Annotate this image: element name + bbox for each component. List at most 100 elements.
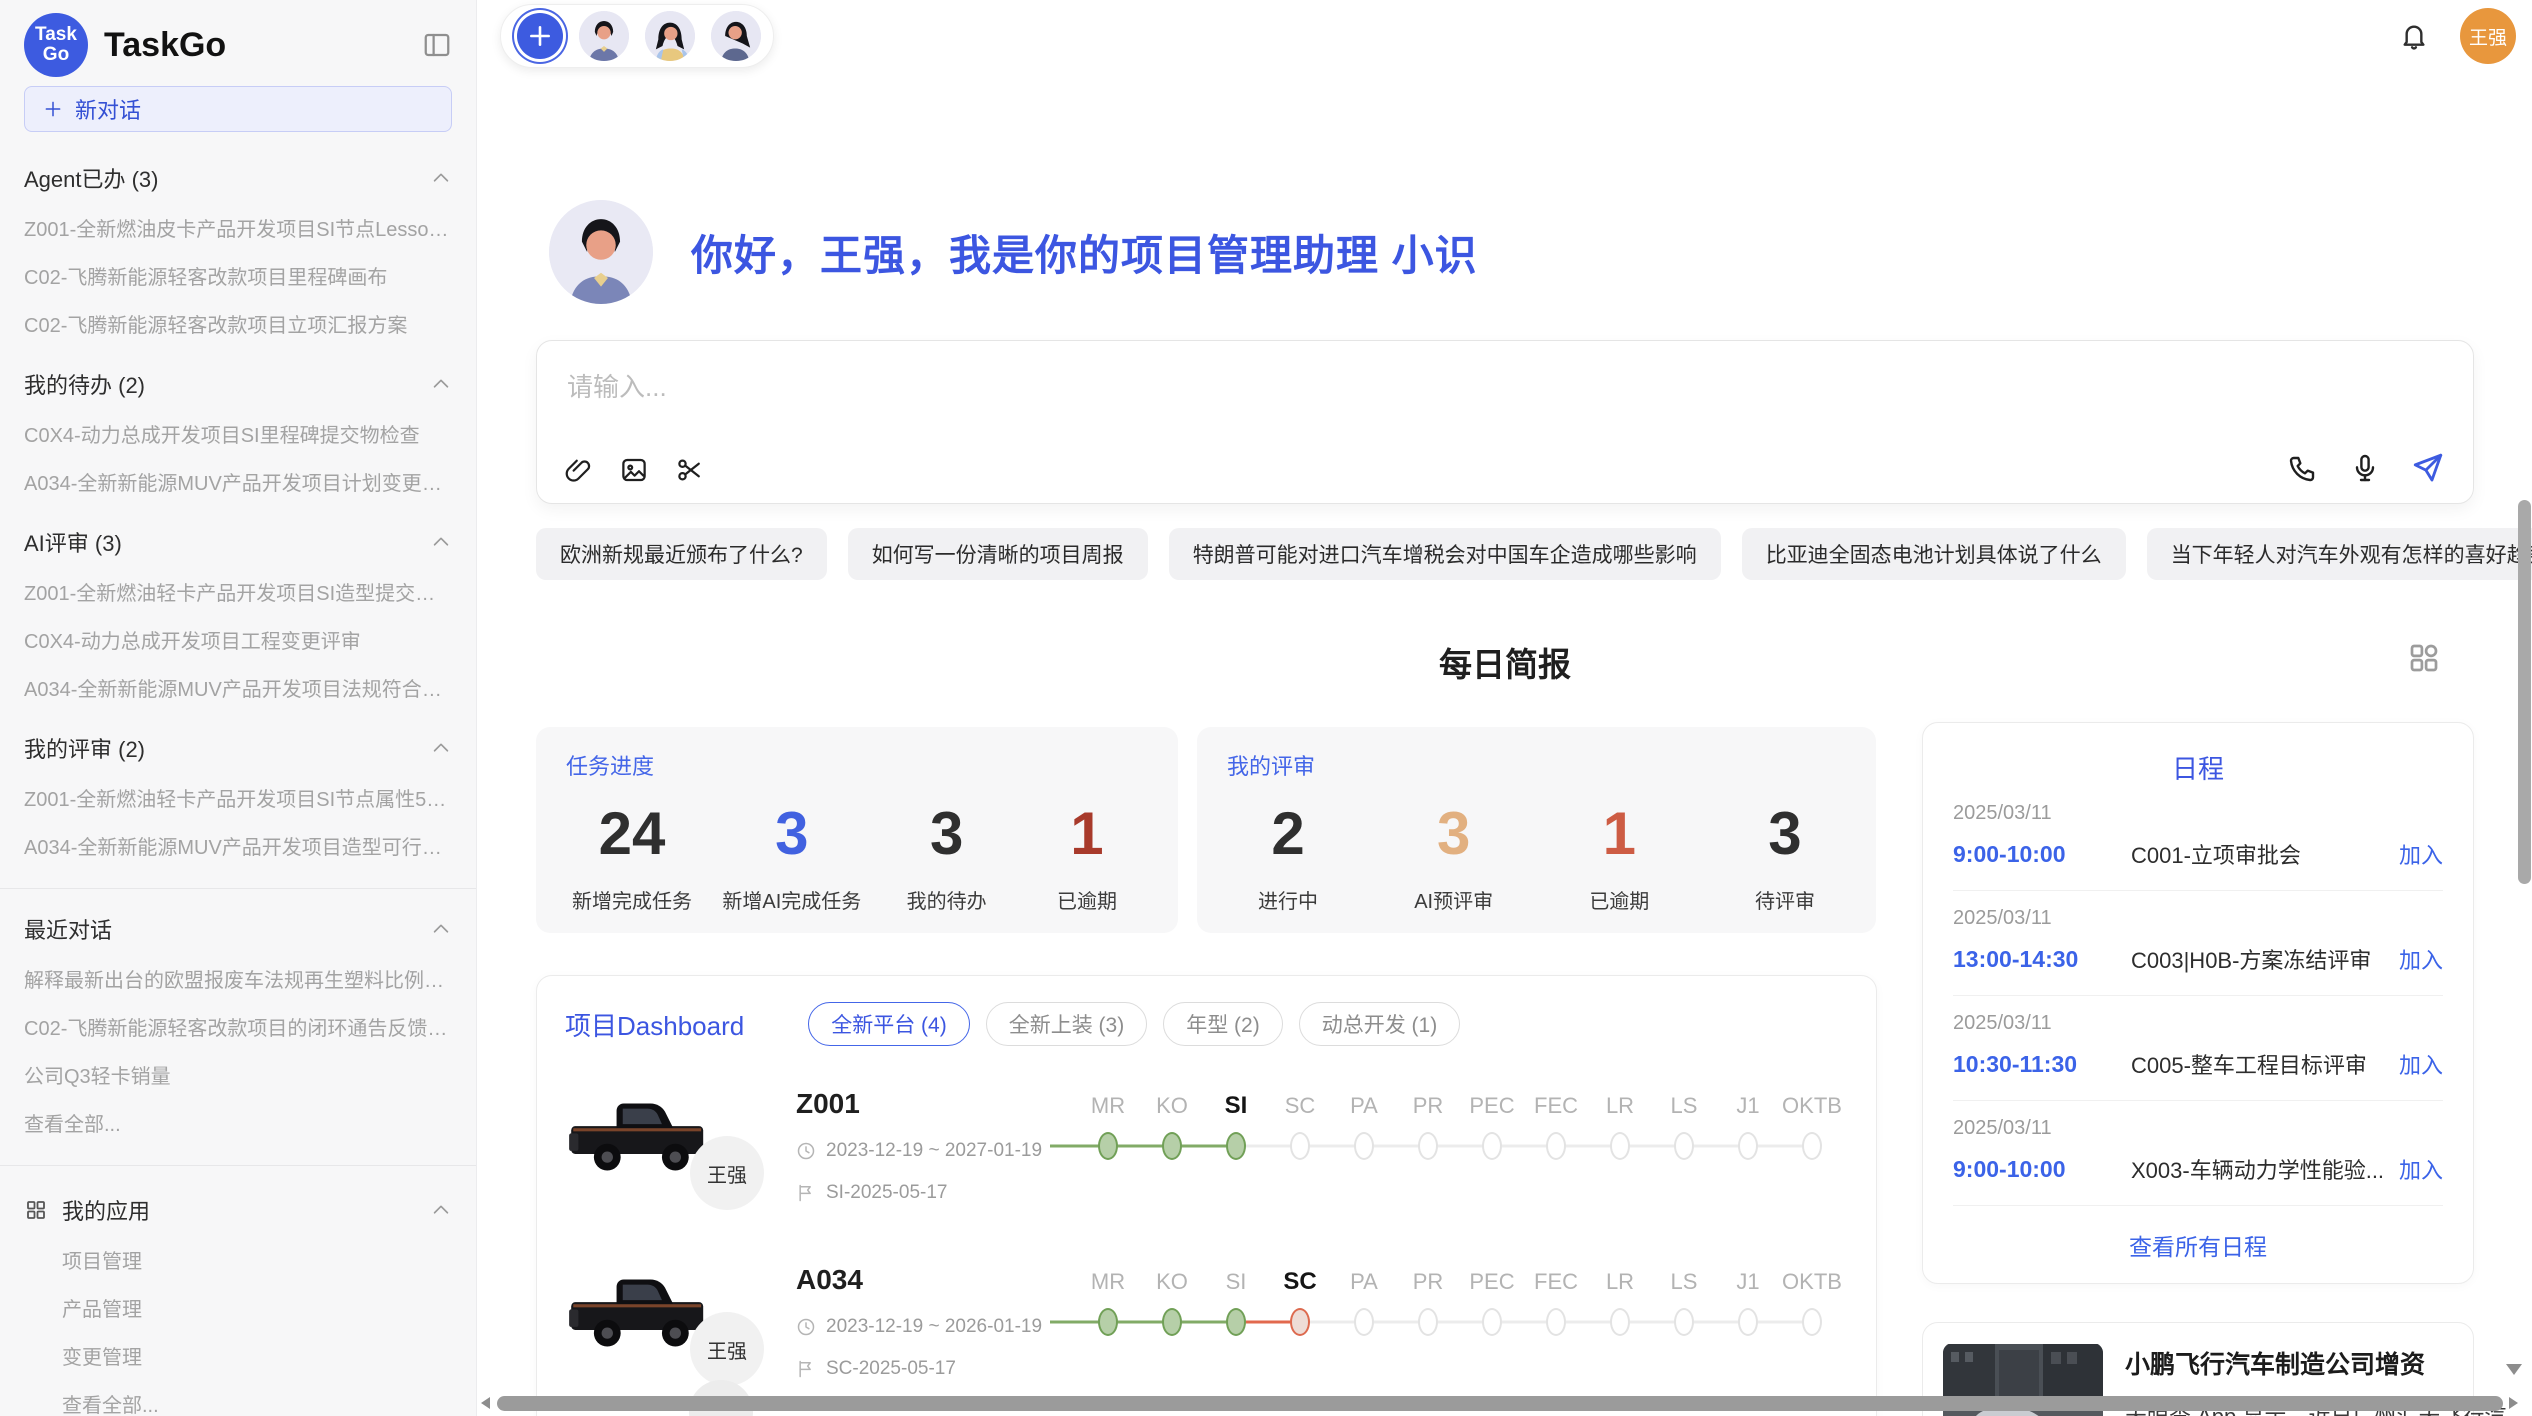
project-code: A034 <box>796 1264 1040 1296</box>
conversation-item[interactable]: C0X4-动力总成开发项目工程变更评审 <box>24 625 452 654</box>
hero: 你好，王强，我是你的项目管理助理 小识 <box>549 200 1478 304</box>
scissors-icon[interactable] <box>675 455 705 485</box>
milestone-label: FEC <box>1534 1262 1578 1302</box>
stat-value: 3 <box>722 801 861 867</box>
sidebar-collapse-icon[interactable] <box>422 30 452 60</box>
filter-new-body[interactable]: 全新上装 (3) <box>986 1002 1148 1046</box>
section-title: 最近对话 <box>24 913 112 945</box>
section-my-review[interactable]: 我的评审 (2) <box>24 732 452 764</box>
project-row[interactable]: 王强 A034 2023-12-19 ~ 2026-01-19 SC-2025-… <box>565 1262 1848 1380</box>
suggestion-chip[interactable]: 比亚迪全固态电池计划具体说了什么 <box>1742 528 2126 580</box>
event-date: 2025/03/11 <box>1953 1117 2443 1140</box>
send-icon[interactable] <box>2411 451 2445 485</box>
user-avatar[interactable]: 王强 <box>2460 8 2516 64</box>
join-meeting-link[interactable]: 加入 <box>2399 943 2443 975</box>
join-meeting-link[interactable]: 加入 <box>2399 1153 2443 1185</box>
hscroll-right-arrow[interactable] <box>2509 1397 2518 1409</box>
schedule-title: 日程 <box>1953 749 2443 786</box>
schedule-event[interactable]: 2025/03/11 9:00-10:00 C001-立项审批会 加入 <box>1953 786 2443 891</box>
notifications-bell-icon[interactable] <box>2398 20 2430 52</box>
stat-overdue: 1 已逾期 <box>1032 801 1142 914</box>
chevron-up-icon <box>430 531 452 553</box>
chevron-up-icon <box>430 373 452 395</box>
suggestion-chip[interactable]: 如何写一份清晰的项目周报 <box>848 528 1148 580</box>
conversation-item[interactable]: A034-全新新能源MUV产品开发项目造型可行性评审 <box>24 831 452 860</box>
conversation-item[interactable]: C0X4-动力总成开发项目SI里程碑提交物检查 <box>24 419 452 448</box>
recent-chat-item[interactable]: 解释最新出台的欧盟报废车法规再生塑料比例被调至15%... <box>24 964 452 993</box>
app-item-change-mgmt[interactable]: 变更管理 <box>62 1341 452 1370</box>
logo-line-1: Task <box>35 25 77 45</box>
add-agent-button[interactable] <box>517 13 563 59</box>
agent-avatar[interactable] <box>579 11 629 61</box>
suggestion-chip[interactable]: 当下年轻人对汽车外观有怎样的喜好趋势 <box>2147 528 2532 580</box>
image-icon[interactable] <box>619 455 649 485</box>
conversation-item[interactable]: C02-飞腾新能源轻客改款项目立项汇报方案 <box>24 309 452 338</box>
filter-new-platform[interactable]: 全新平台 (4) <box>808 1002 970 1046</box>
milestone-node <box>1418 1308 1438 1336</box>
section-agent-done[interactable]: Agent已办 (3) <box>24 162 452 194</box>
project-dashboard-card: 项目Dashboard 全新平台 (4) 全新上装 (3) 年型 (2) 动总开… <box>536 975 1877 1416</box>
agent-avatar[interactable] <box>711 11 761 61</box>
join-meeting-link[interactable]: 加入 <box>2399 838 2443 870</box>
conversation-item[interactable]: A034-全新新能源MUV产品开发项目法规符合性评审 <box>24 673 452 702</box>
filter-powertrain[interactable]: 动总开发 (1) <box>1299 1002 1461 1046</box>
stat-review-overdue: 1 已逾期 <box>1564 801 1674 914</box>
app-item-project-mgmt[interactable]: 项目管理 <box>62 1245 452 1274</box>
attach-icon[interactable] <box>563 455 593 485</box>
vertical-scrollbar[interactable] <box>2518 500 2531 884</box>
app-item-product-mgmt[interactable]: 产品管理 <box>62 1293 452 1322</box>
section-recent-chats[interactable]: 最近对话 <box>24 913 452 945</box>
event-name: C005-整车工程目标评审 <box>2131 1048 2385 1080</box>
dashboard-title: 项目Dashboard <box>565 1006 744 1043</box>
view-all-schedule-link[interactable]: 查看所有日程 <box>1953 1228 2443 1262</box>
schedule-event[interactable]: 2025/03/11 10:30-11:30 C005-整车工程目标评审 加入 <box>1953 996 2443 1101</box>
event-name: C003|H0B-方案冻结评审 <box>2131 943 2385 975</box>
milestone-node <box>1482 1308 1502 1336</box>
schedule-event[interactable]: 2025/03/11 13:00-14:30 C003|H0B-方案冻结评审 加… <box>1953 891 2443 996</box>
suggestion-chip[interactable]: 特朗普可能对进口汽车增税会对中国车企造成哪些影响 <box>1169 528 1721 580</box>
milestone-label: MR <box>1091 1262 1125 1302</box>
project-row[interactable]: 王强 Z001 2023-12-19 ~ 2027-01-19 SI-2025-… <box>565 1086 1848 1204</box>
hscroll-left-arrow[interactable] <box>481 1397 490 1409</box>
project-flag: SI-2025-05-17 <box>796 1182 1040 1204</box>
stat-label: 新增完成任务 <box>572 885 692 914</box>
milestone-node <box>1354 1308 1374 1336</box>
milestone-node <box>1610 1132 1630 1160</box>
mic-icon[interactable] <box>2349 452 2381 484</box>
plus-icon <box>43 99 63 119</box>
conversation-item[interactable]: Z001-全新燃油轻卡产品开发项目SI节点属性5D文件评审 <box>24 783 452 812</box>
milestone-label: KO <box>1156 1262 1188 1302</box>
event-name: X003-车辆动力学性能验... <box>2131 1153 2385 1185</box>
filter-model-year[interactable]: 年型 (2) <box>1163 1002 1283 1046</box>
chat-input[interactable]: 请输入... <box>536 340 2474 504</box>
conversation-item[interactable]: Z001-全新燃油轻卡产品开发项目SI造型提交物评审 <box>24 577 452 606</box>
stat-label: 已逾期 <box>1564 885 1674 914</box>
vscroll-down-arrow[interactable] <box>2506 1364 2522 1375</box>
project-flag-label: SI-2025-05-17 <box>826 1182 947 1204</box>
stat-label: 我的待办 <box>892 885 1002 914</box>
view-all-chats-link[interactable]: 查看全部... <box>24 1108 452 1137</box>
conversation-item[interactable]: A034-全新新能源MUV产品开发项目计划变更表编写 <box>24 467 452 496</box>
milestone-label: FEC <box>1534 1086 1578 1126</box>
recent-chat-item[interactable]: 公司Q3轻卡销量 <box>24 1060 452 1089</box>
section-ai-review[interactable]: AI评审 (3) <box>24 526 452 558</box>
sidebar-item-my-apps[interactable]: 我的应用 <box>24 1194 452 1226</box>
join-meeting-link[interactable]: 加入 <box>2399 1048 2443 1080</box>
schedule-event[interactable]: 2025/03/11 9:00-10:00 X003-车辆动力学性能验... 加… <box>1953 1101 2443 1206</box>
briefing-layout-icon[interactable] <box>2406 640 2442 676</box>
horizontal-scrollbar[interactable] <box>497 1396 2503 1411</box>
suggestion-chip[interactable]: 欧洲新规最近颁布了什么? <box>536 528 827 580</box>
dashboard-header: 项目Dashboard 全新平台 (4) 全新上装 (3) 年型 (2) 动总开… <box>565 1002 1848 1046</box>
chevron-up-icon <box>430 737 452 759</box>
view-all-apps-link[interactable]: 查看全部... <box>62 1389 452 1416</box>
new-chat-button[interactable]: 新对话 <box>24 86 452 132</box>
milestone-node <box>1674 1132 1694 1160</box>
conversation-item[interactable]: Z001-全新燃油皮卡产品开发项目SI节点Lesson Learn报告 <box>24 213 452 242</box>
section-my-todo[interactable]: 我的待办 (2) <box>24 368 452 400</box>
phone-icon[interactable] <box>2287 452 2319 484</box>
recent-chat-item[interactable]: C02-飞腾新能源轻客改款项目的闭环通告反馈情况 <box>24 1012 452 1041</box>
agent-avatar[interactable] <box>645 11 695 61</box>
card-title: 我的评审 <box>1227 749 1846 781</box>
conversation-item[interactable]: C02-飞腾新能源轻客改款项目里程碑画布 <box>24 261 452 290</box>
chevron-up-icon <box>430 167 452 189</box>
